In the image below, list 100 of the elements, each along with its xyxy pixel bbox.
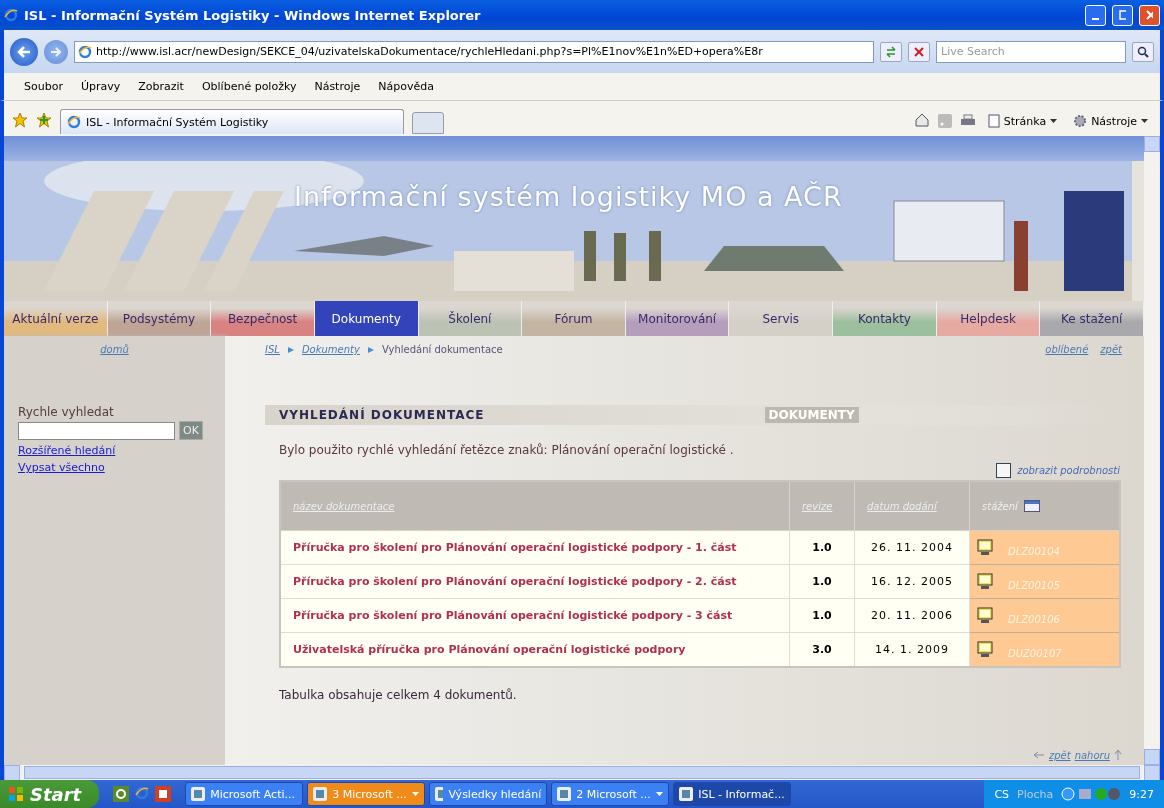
search-button[interactable] (1132, 41, 1154, 62)
scroll-right-button[interactable] (1144, 765, 1160, 781)
home-icon[interactable] (913, 112, 930, 128)
page-menu-button[interactable]: Stránka (983, 114, 1062, 128)
tray-icons-drawing[interactable] (1061, 786, 1122, 802)
document-link[interactable]: Příručka pro školení pro Plánování operační logistické podpory - 1. část (280, 530, 790, 565)
details-checkbox[interactable] (996, 463, 1012, 478)
menu-item[interactable]: Zobrazit (138, 80, 184, 93)
sidebar-link[interactable]: Rozšířené hledání (18, 444, 211, 457)
document-link[interactable]: Příručka pro školení pro Plánování operační logistické podpory - 2. část (280, 564, 790, 599)
table-cell: 14. 1. 2009 (854, 632, 970, 667)
window-icon (191, 787, 206, 801)
document-code: DLZ00105 (1008, 580, 1060, 591)
nav-tab[interactable]: Aktuální verze (4, 301, 108, 336)
window-icon (435, 787, 444, 801)
window-icon (557, 787, 572, 801)
menu-item[interactable]: Oblíbené položky (201, 80, 297, 93)
menu-item[interactable]: Nástroje (314, 80, 361, 93)
app-icon[interactable] (113, 786, 130, 802)
section-title: VYHLEDÁNÍ DOKUMENTACE (279, 408, 485, 422)
document-link[interactable]: Příručka pro školení pro Plánování operační logistické podpory - 3 část (280, 598, 790, 633)
tab-title: ISL - Informační Systém Logistiky (86, 115, 269, 129)
search-message: Bylo použito rychlé vyhledání řetězce znaků: Plánování operační logistické . (279, 443, 735, 457)
caret-icon (656, 792, 664, 796)
nav-tab[interactable]: Dokumenty (314, 301, 419, 336)
computer-icon (976, 572, 994, 591)
taskbar-button[interactable]: Výsledky hledání (429, 782, 548, 806)
back-link[interactable]: zpět (1048, 749, 1071, 761)
ie-icon (4, 8, 18, 22)
taskbar-button[interactable]: 2 Microsoft ... (551, 782, 670, 806)
nav-tab[interactable]: Podsystémy (107, 301, 212, 336)
nav-tab[interactable]: Kontakty (833, 301, 937, 336)
forward-button[interactable] (44, 39, 68, 64)
ie-icon (67, 115, 81, 129)
table-cell: 1.0 (789, 598, 855, 633)
details-label: zobrazit podrobnosti (1017, 465, 1120, 476)
sidebar-link[interactable]: Vypsat všechno (18, 461, 211, 474)
table-cell: 20. 11. 2006 (854, 598, 970, 633)
maximize-button[interactable] (1112, 4, 1133, 26)
quick-search-label: Rychle vyhledat (18, 405, 115, 419)
search-field[interactable]: Live Search (936, 40, 1126, 63)
document-link[interactable]: Uživatelská příručka pro Plánování operační logistické podpory (280, 632, 790, 667)
nav-tab[interactable]: Helpdesk (936, 301, 1041, 336)
breadcrumb-link[interactable]: Dokumenty (301, 344, 360, 355)
page-icon (987, 114, 1000, 128)
new-tab-button[interactable] (412, 112, 444, 134)
nav-tab[interactable]: Školení (418, 301, 523, 336)
menu-item[interactable]: Úpravy (80, 80, 121, 93)
taskbar-button[interactable]: ISL - Informač... (673, 782, 792, 806)
top-link[interactable]: zpět (1100, 344, 1122, 355)
home-link[interactable]: domů (100, 344, 129, 355)
nav-tab[interactable]: Ke stažení (1040, 301, 1144, 336)
star-icon[interactable] (12, 112, 28, 128)
page-icon (78, 44, 92, 59)
section-tag: DOKUMENTY (764, 407, 859, 423)
minimize-icon (1092, 18, 1099, 20)
close-icon (1146, 10, 1153, 20)
add-favorite-icon[interactable] (36, 112, 52, 128)
table-summary: Tabulka obsahuje celkem 4 dokumentů. (279, 688, 518, 702)
menu-item[interactable]: Nápověda (378, 80, 434, 93)
stop-button[interactable] (908, 41, 930, 62)
browser-tab[interactable]: ISL - Informační Systém Logistiky (60, 109, 404, 134)
caret-icon (412, 792, 420, 796)
nav-tab[interactable]: Servis (729, 301, 834, 336)
windows-flag-icon (8, 786, 24, 802)
language-indicator[interactable]: CS (994, 787, 1010, 801)
start-button[interactable]: Start (0, 780, 100, 808)
nav-tab[interactable]: Monitorování (625, 301, 730, 336)
app-icon[interactable] (155, 786, 172, 802)
nav-tab[interactable]: Bezpečnost (211, 301, 315, 336)
top-link[interactable]: nahoru (1074, 749, 1110, 761)
scrollbar-thumb[interactable] (24, 766, 1140, 779)
gear-icon (1073, 114, 1088, 128)
address-field[interactable]: http://www.isl.acr/newDesign/SEKCE_04/uzivatelskaDokumentace/rychleHledani.php?s=Pl%E1nov%E1n%ED+opera%E8r (74, 40, 874, 63)
menu-item[interactable]: Soubor (24, 80, 63, 93)
window-title: ISL - Informační Systém Logistiky - Windows Internet Explorer (24, 7, 482, 23)
refresh-button[interactable] (880, 41, 902, 62)
maximize-icon (1119, 10, 1126, 20)
clock: 9:27 (1129, 787, 1154, 801)
caret-icon (1141, 119, 1148, 123)
forward-arrow-icon (50, 46, 62, 57)
tools-menu-button[interactable]: Nástroje (1069, 114, 1152, 128)
banner-title: Informační systém logistiky MO a AČR (294, 181, 843, 212)
up-arrow-icon (1114, 749, 1122, 761)
back-button[interactable] (10, 37, 38, 66)
quick-search-field[interactable] (18, 421, 175, 440)
document-code: DLZ00106 (1008, 614, 1060, 625)
computer-icon (976, 640, 994, 659)
table-cell: 1.0 (789, 564, 855, 599)
document-code: DUZ00107 (1008, 648, 1062, 659)
ok-button[interactable]: OK (179, 421, 203, 440)
nav-tab[interactable]: Fórum (522, 301, 626, 336)
top-link[interactable]: oblíbené (1045, 344, 1089, 355)
taskbar-button[interactable]: Microsoft Acti... (185, 782, 304, 806)
breadcrumb-link[interactable]: ISL (265, 344, 280, 355)
close-button[interactable] (1139, 4, 1160, 26)
printer-icon[interactable] (959, 114, 976, 128)
minimize-button[interactable] (1085, 4, 1106, 26)
table-cell: 3.0 (789, 632, 855, 667)
scroll-left-button[interactable] (4, 765, 20, 781)
